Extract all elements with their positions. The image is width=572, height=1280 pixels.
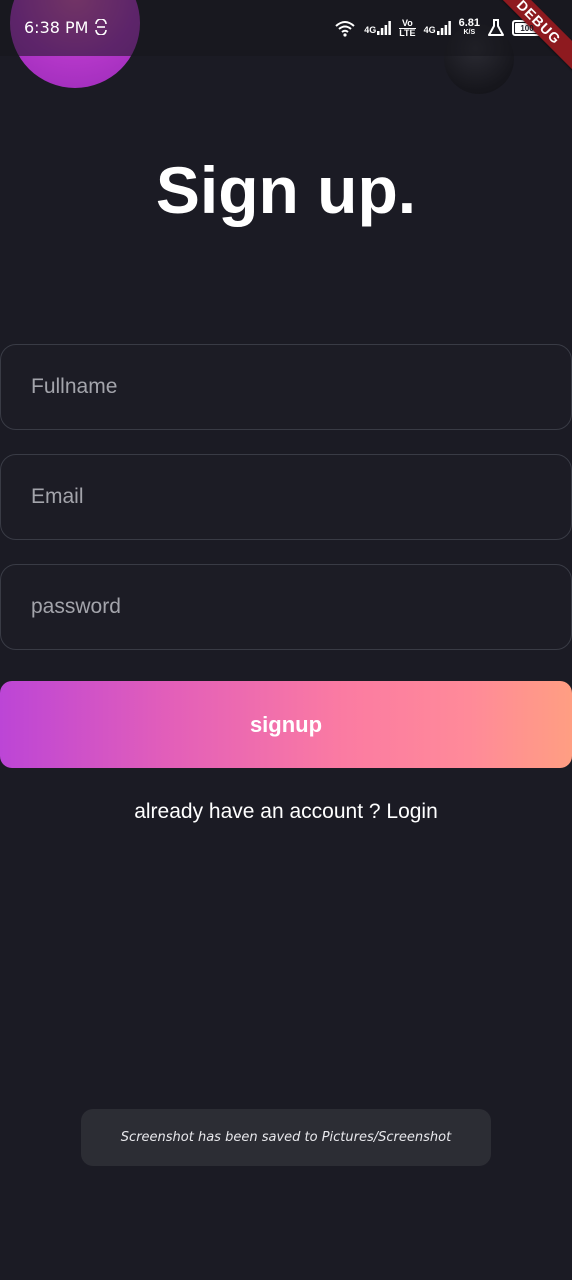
status-icons: 4G Vo LTE 4G 6.81 K/S 100 xyxy=(334,16,542,40)
login-link[interactable]: Login xyxy=(386,800,437,823)
volte-top: Vo xyxy=(401,17,413,28)
status-bar: 6:38 PM 4G Vo LTE 4G 6.81 K/S 100 xyxy=(0,0,572,56)
email-input[interactable] xyxy=(31,485,571,509)
login-prompt-row: already have an account ? Login xyxy=(0,800,572,824)
email-field[interactable] xyxy=(0,454,572,540)
fullname-input[interactable] xyxy=(31,375,571,399)
network-speed: 6.81 K/S xyxy=(459,18,480,38)
signal-icon xyxy=(436,21,451,35)
signup-button[interactable]: signup xyxy=(0,681,572,768)
signup-screen: 6:38 PM 4G Vo LTE 4G 6.81 K/S 100 DEBUG … xyxy=(0,0,572,1280)
login-prompt-text: already have an account ? xyxy=(134,800,381,823)
network-type-label: 4G xyxy=(364,25,377,35)
password-input[interactable] xyxy=(31,595,571,619)
wifi-icon xyxy=(335,21,355,37)
signal-icon xyxy=(377,21,392,35)
status-time: 6:38 PM xyxy=(24,18,89,37)
flask-icon xyxy=(488,19,504,36)
page-title: Sign up. xyxy=(155,153,417,227)
password-field[interactable] xyxy=(0,564,572,650)
fullname-field[interactable] xyxy=(0,344,572,430)
volte-bottom: LTE xyxy=(399,27,416,38)
battery-level: 100 xyxy=(520,23,534,33)
toast-message: Screenshot has been saved to Pictures/Sc… xyxy=(81,1109,491,1166)
volte-label: Vo LTE xyxy=(399,17,416,38)
network-type-label: 4G xyxy=(423,25,436,35)
sync-icon xyxy=(95,19,107,35)
speed-unit: K/S xyxy=(463,29,476,36)
